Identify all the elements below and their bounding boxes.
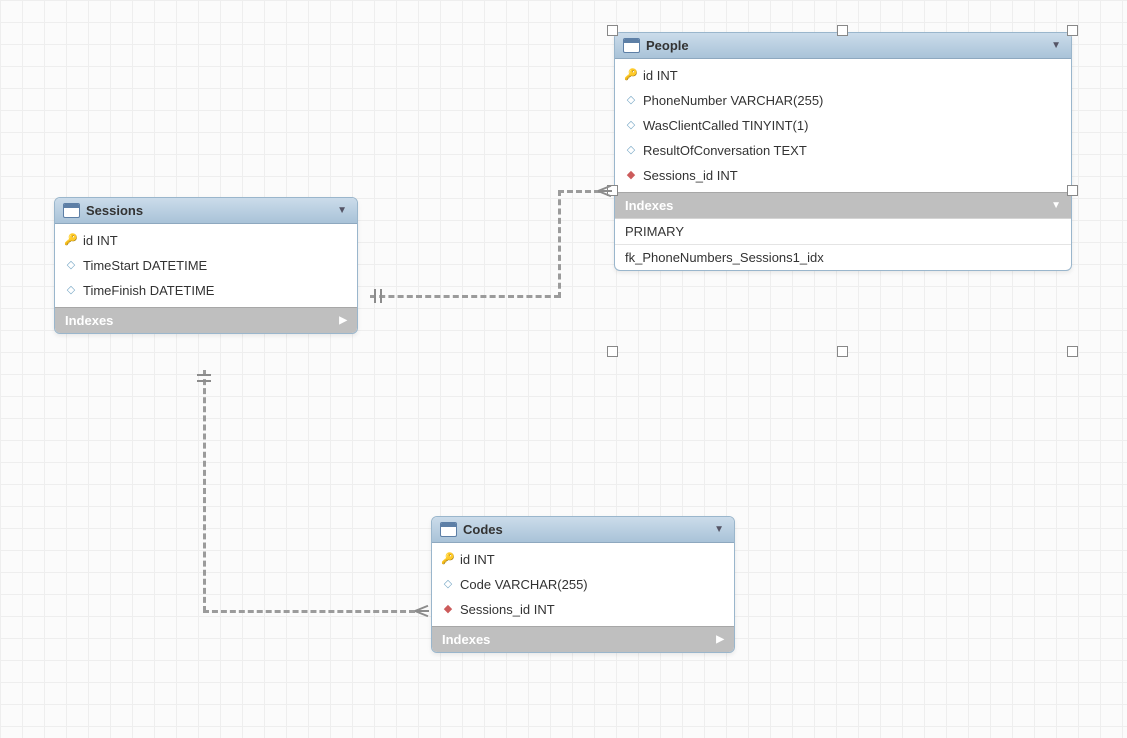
diamond-icon: ◇ xyxy=(625,145,637,157)
entity-codes-body: 🔑 id INT ◇ Code VARCHAR(255) ◆ Sessions_… xyxy=(432,543,734,626)
column-text: Sessions_id INT xyxy=(643,168,738,183)
index-item[interactable]: PRIMARY xyxy=(615,219,1071,244)
expand-icon: ▶ xyxy=(339,315,347,326)
relationship-line xyxy=(203,370,206,612)
index-item[interactable]: fk_PhoneNumbers_Sessions1_idx xyxy=(615,244,1071,270)
column-row[interactable]: 🔑 id INT xyxy=(55,228,357,253)
indexes-list: PRIMARY fk_PhoneNumbers_Sessions1_idx xyxy=(615,218,1071,270)
column-text: id INT xyxy=(460,552,495,567)
relationship-line xyxy=(558,190,600,193)
column-row[interactable]: 🔑 id INT xyxy=(432,547,734,572)
diamond-icon: ◇ xyxy=(65,260,77,272)
selection-handle[interactable] xyxy=(1067,185,1078,196)
relationship-line xyxy=(558,190,561,298)
column-row[interactable]: ◇ PhoneNumber VARCHAR(255) xyxy=(615,88,1071,113)
entity-sessions-title: Sessions xyxy=(86,203,331,218)
column-row[interactable]: ◇ WasClientCalled TINYINT(1) xyxy=(615,113,1071,138)
key-icon: 🔑 xyxy=(442,554,454,566)
key-icon: 🔑 xyxy=(65,235,77,247)
cardinality-many-icon xyxy=(415,604,429,618)
column-text: id INT xyxy=(643,68,678,83)
indexes-label: Indexes xyxy=(625,198,673,213)
diamond-icon: ◇ xyxy=(625,95,637,107)
indexes-label: Indexes xyxy=(442,632,490,647)
column-text: TimeFinish DATETIME xyxy=(83,283,214,298)
selection-handle[interactable] xyxy=(1067,346,1078,357)
indexes-section[interactable]: Indexes ▶ xyxy=(55,307,357,333)
selection-handle[interactable] xyxy=(837,25,848,36)
cardinality-many-icon xyxy=(598,184,612,198)
column-row[interactable]: ◇ ResultOfConversation TEXT xyxy=(615,138,1071,163)
entity-people-header[interactable]: People ▼ xyxy=(615,33,1071,59)
fk-diamond-icon: ◆ xyxy=(625,170,637,182)
indexes-section[interactable]: Indexes ▼ xyxy=(615,192,1071,218)
selection-handle[interactable] xyxy=(607,25,618,36)
column-text: id INT xyxy=(83,233,118,248)
collapse-icon[interactable]: ▼ xyxy=(1051,40,1061,51)
relationship-line xyxy=(203,610,415,613)
key-icon: 🔑 xyxy=(625,70,637,82)
collapse-icon[interactable]: ▼ xyxy=(337,205,347,216)
column-text: Code VARCHAR(255) xyxy=(460,577,588,592)
entity-people-body: 🔑 id INT ◇ PhoneNumber VARCHAR(255) ◇ Wa… xyxy=(615,59,1071,192)
column-row[interactable]: 🔑 id INT xyxy=(615,63,1071,88)
expand-icon: ▶ xyxy=(716,634,724,645)
entity-people-title: People xyxy=(646,38,1045,53)
cardinality-one-icon xyxy=(197,374,211,382)
diamond-icon: ◇ xyxy=(65,285,77,297)
entity-codes[interactable]: Codes ▼ 🔑 id INT ◇ Code VARCHAR(255) ◆ S… xyxy=(431,516,735,653)
selection-handle[interactable] xyxy=(837,346,848,357)
cardinality-one-icon xyxy=(372,289,386,303)
table-icon xyxy=(440,522,457,537)
table-icon xyxy=(63,203,80,218)
column-row[interactable]: ◇ TimeStart DATETIME xyxy=(55,253,357,278)
table-icon xyxy=(623,38,640,53)
selection-handle[interactable] xyxy=(607,346,618,357)
entity-codes-title: Codes xyxy=(463,522,708,537)
collapse-icon: ▼ xyxy=(1051,200,1061,211)
column-text: Sessions_id INT xyxy=(460,602,555,617)
column-text: TimeStart DATETIME xyxy=(83,258,207,273)
column-row[interactable]: ◆ Sessions_id INT xyxy=(615,163,1071,188)
entity-codes-header[interactable]: Codes ▼ xyxy=(432,517,734,543)
column-row[interactable]: ◆ Sessions_id INT xyxy=(432,597,734,622)
column-text: PhoneNumber VARCHAR(255) xyxy=(643,93,823,108)
collapse-icon[interactable]: ▼ xyxy=(714,524,724,535)
entity-sessions-body: 🔑 id INT ◇ TimeStart DATETIME ◇ TimeFini… xyxy=(55,224,357,307)
er-diagram-canvas[interactable]: Sessions ▼ 🔑 id INT ◇ TimeStart DATETIME… xyxy=(0,0,1127,738)
diamond-icon: ◇ xyxy=(625,120,637,132)
fk-diamond-icon: ◆ xyxy=(442,604,454,616)
column-text: ResultOfConversation TEXT xyxy=(643,143,807,158)
diamond-icon: ◇ xyxy=(442,579,454,591)
indexes-section[interactable]: Indexes ▶ xyxy=(432,626,734,652)
indexes-label: Indexes xyxy=(65,313,113,328)
column-text: WasClientCalled TINYINT(1) xyxy=(643,118,808,133)
column-row[interactable]: ◇ TimeFinish DATETIME xyxy=(55,278,357,303)
entity-sessions-header[interactable]: Sessions ▼ xyxy=(55,198,357,224)
column-row[interactable]: ◇ Code VARCHAR(255) xyxy=(432,572,734,597)
entity-sessions[interactable]: Sessions ▼ 🔑 id INT ◇ TimeStart DATETIME… xyxy=(54,197,358,334)
entity-people[interactable]: People ▼ 🔑 id INT ◇ PhoneNumber VARCHAR(… xyxy=(614,32,1072,271)
selection-handle[interactable] xyxy=(1067,25,1078,36)
relationship-line xyxy=(370,295,560,298)
